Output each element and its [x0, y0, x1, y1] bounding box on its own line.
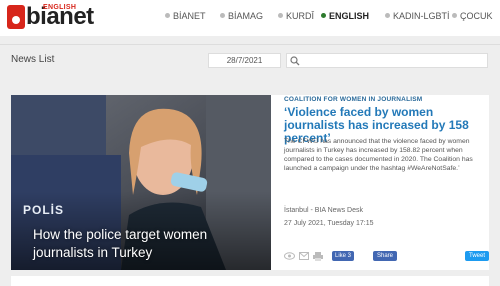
main-nav: BİANET BİAMAG KURDÎ ENGLISH KADIN-LGBTİ …: [165, 11, 500, 25]
date-filter-input[interactable]: 28/7/2021: [208, 53, 281, 68]
nav-dot-icon: [321, 13, 326, 18]
nav-item-kadin-lgbti[interactable]: KADIN-LGBTİ: [385, 11, 450, 21]
facebook-like-button[interactable]: Like 3: [332, 251, 355, 261]
nav-dot-icon: [165, 13, 170, 18]
nav-item-cocuk[interactable]: ÇOCUK: [452, 11, 493, 21]
article-summary: The CFWIJ has announced that the violenc…: [284, 138, 473, 172]
top-bar: bianet ENGLISH BİANET BİAMAG KURDÎ ENGLI…: [0, 0, 500, 36]
nav-item-english[interactable]: ENGLISH: [321, 11, 369, 21]
article-actions: Like 3 Share Tweet: [284, 250, 489, 262]
article-date: 27 July 2021, Tuesday 17:15: [284, 220, 374, 227]
bianet-logo[interactable]: bianet ENGLISH: [7, 3, 117, 31]
search-input[interactable]: [286, 53, 488, 68]
nav-item-bianet[interactable]: BİANET: [165, 11, 206, 21]
print-icon[interactable]: [313, 252, 323, 261]
news-list-header: News List 28/7/2021: [0, 44, 500, 72]
logo-mark: [7, 5, 25, 29]
photo-polis-text: POLİS: [23, 203, 65, 217]
facebook-share-button[interactable]: Share: [373, 251, 398, 261]
nav-dot-icon: [385, 13, 390, 18]
search-icon: [290, 56, 300, 66]
nav-item-biamag[interactable]: BİAMAG: [220, 11, 263, 21]
logo-edition: ENGLISH: [43, 4, 77, 11]
nav-dot-icon: [452, 13, 457, 18]
tweet-button[interactable]: Tweet: [464, 251, 489, 261]
nav-dot-icon: [220, 13, 225, 18]
page-title: News List: [11, 54, 55, 65]
nav-dot-icon: [278, 13, 283, 18]
email-icon[interactable]: [299, 252, 309, 260]
photo-caption[interactable]: How the police target women journalists …: [33, 226, 253, 262]
article-kicker[interactable]: COALITION FOR WOMEN IN JOURNALISM: [284, 96, 422, 103]
nav-item-kurdi[interactable]: KURDÎ: [278, 11, 314, 21]
views-eye-icon: [284, 252, 295, 260]
article-card: POLİS How the police target women journa…: [11, 95, 489, 270]
next-article-card: [11, 276, 489, 286]
article-photo[interactable]: POLİS How the police target women journa…: [11, 95, 271, 270]
article-source: İstanbul - BIA News Desk: [284, 207, 363, 214]
